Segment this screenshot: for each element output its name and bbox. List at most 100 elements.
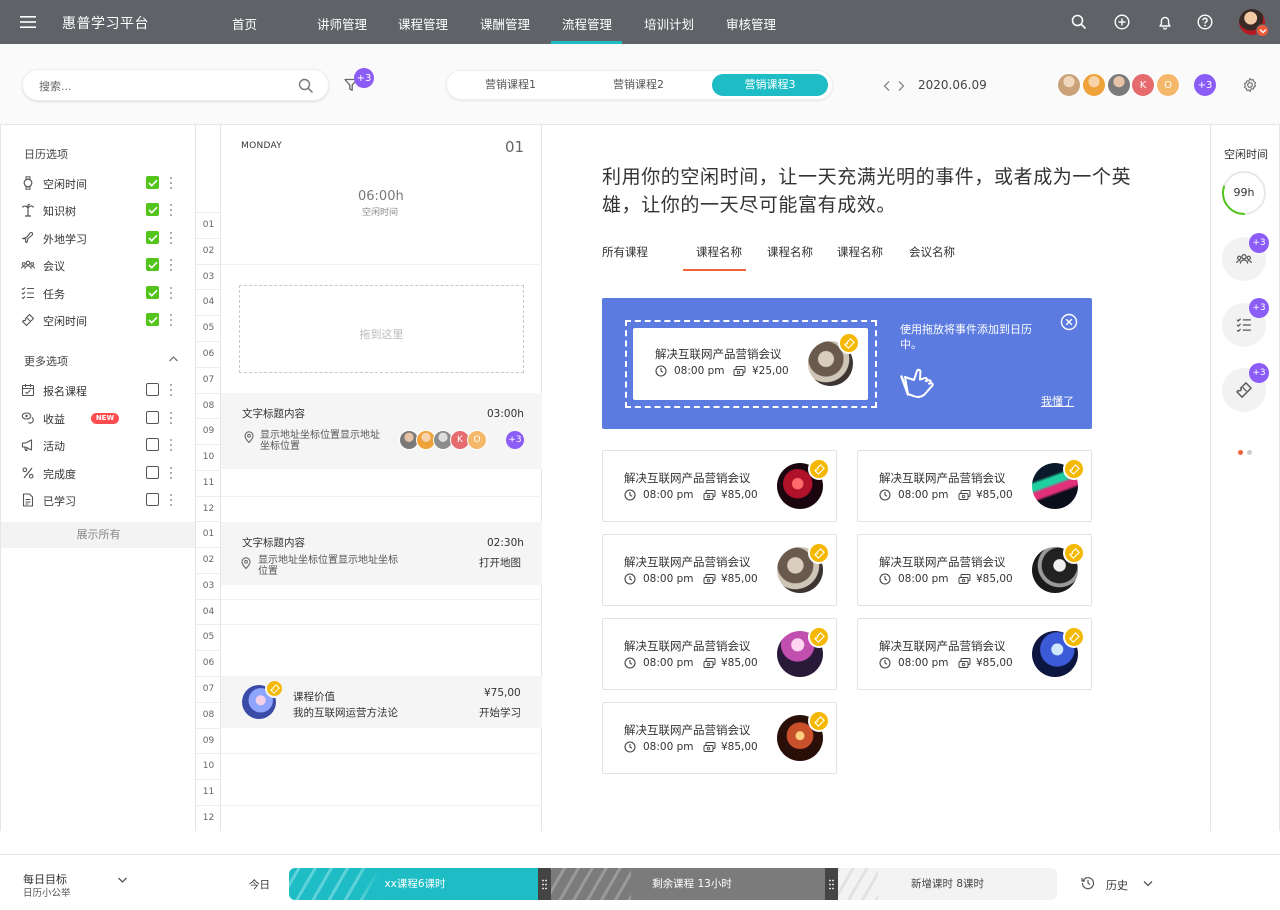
option-label: 完成度 bbox=[43, 468, 76, 481]
avatar-more-badge[interactable]: +3 bbox=[1193, 73, 1217, 97]
user-avatar[interactable] bbox=[1239, 9, 1269, 37]
calendar-event[interactable]: 文字标题内容 03:00h 显示地址坐标位置显示地址坐标位置 K O +3 bbox=[221, 393, 542, 469]
checkbox[interactable] bbox=[146, 258, 159, 271]
chevron-down-icon[interactable] bbox=[1143, 880, 1153, 887]
tab-course-2[interactable]: 营销课程2 bbox=[587, 74, 690, 96]
nav-item-courses[interactable]: 课程管理 bbox=[398, 14, 448, 33]
tab-course-name[interactable]: 课程名称 bbox=[696, 244, 742, 260]
nav-item-process[interactable]: 流程管理 bbox=[562, 14, 612, 33]
gear-icon[interactable] bbox=[1242, 77, 1258, 93]
nav-item-fees[interactable]: 课酬管理 bbox=[480, 14, 530, 33]
hour-label: 05 bbox=[202, 323, 215, 333]
checkbox[interactable] bbox=[146, 231, 159, 244]
option-row-task[interactable]: 任务 bbox=[21, 283, 181, 303]
start-learning-link[interactable]: 开始学习 bbox=[479, 705, 521, 720]
more-options-icon[interactable] bbox=[168, 493, 174, 507]
nav-item-home[interactable]: 首页 bbox=[232, 14, 257, 33]
option-row-knowledge-tree[interactable]: 知识树 bbox=[21, 200, 181, 220]
option-row-completion[interactable]: 完成度 bbox=[21, 463, 181, 483]
open-map-link[interactable]: 打开地图 bbox=[479, 555, 521, 570]
drag-handle-icon[interactable] bbox=[538, 868, 551, 900]
chevron-up-icon[interactable] bbox=[168, 355, 179, 363]
nav-item-training-plan[interactable]: 培训计划 bbox=[644, 14, 694, 33]
checkbox[interactable] bbox=[146, 203, 159, 216]
event-card[interactable]: 解决互联网产品营销会议 08:00 pm ¥85,00 bbox=[602, 450, 837, 522]
event-card[interactable]: 解决互联网产品营销会议 08:00 pm ¥85,00 bbox=[857, 618, 1092, 690]
plus-circle-icon[interactable] bbox=[1114, 14, 1130, 30]
history-icon[interactable] bbox=[1081, 876, 1095, 890]
avatar[interactable]: K bbox=[1131, 73, 1155, 97]
more-options-icon[interactable] bbox=[168, 203, 174, 217]
option-row-enrolled-courses[interactable]: 报名课程 bbox=[21, 380, 181, 400]
avatar[interactable]: O bbox=[1156, 73, 1180, 97]
current-date: 2020.06.09 bbox=[918, 78, 987, 92]
more-options-icon[interactable] bbox=[168, 258, 174, 272]
more-options-icon[interactable] bbox=[168, 438, 174, 452]
nav-item-lecturers[interactable]: 讲师管理 bbox=[317, 14, 367, 33]
more-options-icon[interactable] bbox=[168, 313, 174, 327]
calendar-event[interactable]: 文字标题内容 02:30h 显示地址坐标位置显示地址坐标位置 打开地图 bbox=[221, 522, 542, 585]
more-options-icon[interactable] bbox=[168, 286, 174, 300]
pagination-dots[interactable] bbox=[1238, 440, 1256, 459]
drag-handle-icon[interactable] bbox=[825, 868, 838, 900]
chevron-down-icon[interactable] bbox=[1256, 24, 1269, 37]
more-options-icon[interactable] bbox=[168, 411, 174, 425]
option-row-meeting[interactable]: 会议 bbox=[21, 255, 181, 275]
more-options-icon[interactable] bbox=[168, 466, 174, 480]
filter-count-badge[interactable]: +3 bbox=[354, 68, 374, 88]
avatar-more-badge[interactable]: +3 bbox=[505, 430, 525, 450]
tab-course-3[interactable]: 营销课程3 bbox=[712, 74, 828, 96]
avatar[interactable] bbox=[1107, 73, 1131, 97]
option-label: 空闲时间 bbox=[43, 178, 87, 191]
tab-course-1[interactable]: 营销课程1 bbox=[459, 74, 562, 96]
option-row-learned[interactable]: 已学习 bbox=[21, 490, 181, 510]
option-row-activity[interactable]: 活动 bbox=[21, 435, 181, 455]
chevron-right-icon[interactable] bbox=[896, 80, 906, 92]
option-row-free-time[interactable]: 空闲时间 bbox=[21, 173, 181, 193]
option-row-travel-study[interactable]: 外地学习 bbox=[21, 228, 181, 248]
checkbox[interactable] bbox=[146, 286, 159, 299]
bell-icon[interactable] bbox=[1157, 14, 1173, 30]
event-card[interactable]: 解决互联网产品营销会议 08:00 pm ¥85,00 bbox=[602, 702, 837, 774]
tab-all-courses[interactable]: 所有课程 bbox=[602, 244, 648, 260]
tab-meeting-name[interactable]: 会议名称 bbox=[909, 244, 955, 260]
search-icon[interactable] bbox=[298, 78, 314, 94]
more-options-icon[interactable] bbox=[168, 231, 174, 245]
event-card[interactable]: 解决互联网产品营销会议 08:00 pm ¥85,00 bbox=[857, 534, 1092, 606]
more-options-icon[interactable] bbox=[168, 383, 174, 397]
history-button[interactable]: 历史 bbox=[1106, 877, 1128, 893]
checkbox[interactable] bbox=[146, 176, 159, 189]
chevron-left-icon[interactable] bbox=[882, 80, 892, 92]
tip-text: 使用拖放将事件添加到日历中。 bbox=[900, 323, 1032, 351]
checkbox[interactable] bbox=[146, 466, 159, 479]
option-row-earnings[interactable]: 收益 NEW bbox=[21, 408, 181, 428]
help-icon[interactable] bbox=[1197, 14, 1213, 30]
tab-course-name[interactable]: 课程名称 bbox=[767, 244, 813, 260]
option-row-free-time-2[interactable]: 空闲时间 bbox=[21, 310, 181, 330]
checkbox[interactable] bbox=[146, 438, 159, 451]
got-it-link[interactable]: 我懂了 bbox=[1041, 393, 1074, 409]
draggable-event-card[interactable]: 解决互联网产品营销会议 08:00 pm ¥25,00 bbox=[633, 328, 868, 400]
hamburger-menu-icon[interactable] bbox=[20, 14, 38, 30]
checkbox[interactable] bbox=[146, 411, 159, 424]
nav-item-review[interactable]: 审核管理 bbox=[726, 14, 776, 33]
search-icon[interactable] bbox=[1071, 14, 1087, 30]
chevron-down-icon[interactable] bbox=[117, 876, 128, 884]
close-icon[interactable] bbox=[1060, 313, 1078, 331]
show-all-button[interactable]: 展示所有 bbox=[1, 522, 196, 548]
avatar[interactable] bbox=[1057, 73, 1081, 97]
hour-label: 04 bbox=[202, 607, 215, 617]
checkbox[interactable] bbox=[146, 313, 159, 326]
calendar-event[interactable]: 课程价值 我的互联网运营方法论 ¥75,00 开始学习 bbox=[221, 676, 542, 728]
event-card[interactable]: 解决互联网产品营销会议 08:00 pm ¥85,00 bbox=[602, 618, 837, 690]
avatar[interactable] bbox=[1082, 73, 1106, 97]
event-card[interactable]: 解决互联网产品营销会议 08:00 pm ¥85,00 bbox=[602, 534, 837, 606]
tab-course-name[interactable]: 课程名称 bbox=[837, 244, 883, 260]
checkbox[interactable] bbox=[146, 383, 159, 396]
more-options-icon[interactable] bbox=[168, 176, 174, 190]
event-card[interactable]: 解决互联网产品营销会议 08:00 pm ¥85,00 bbox=[857, 450, 1092, 522]
search-input[interactable] bbox=[39, 77, 279, 95]
checkbox[interactable] bbox=[146, 493, 159, 506]
drop-zone[interactable]: 拖到这里 bbox=[239, 285, 524, 373]
hour-label: 07 bbox=[202, 375, 215, 385]
